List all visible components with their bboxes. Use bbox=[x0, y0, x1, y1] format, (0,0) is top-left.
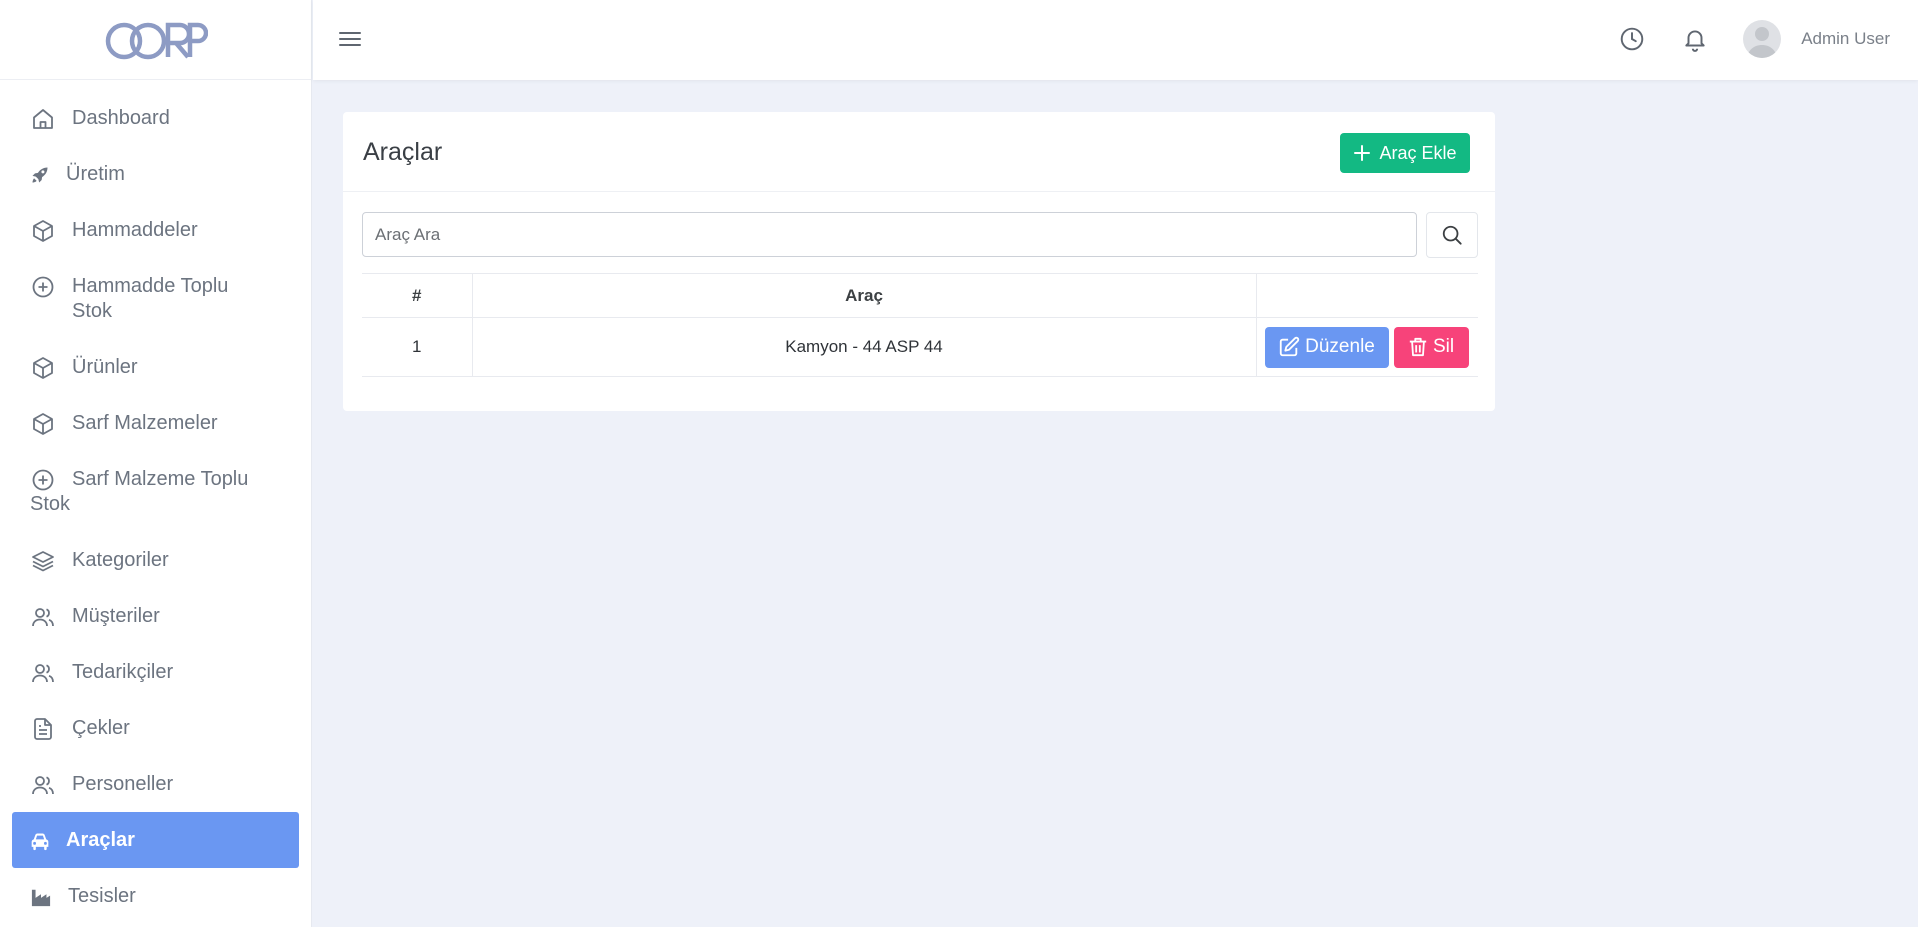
sidebar-item-label: Üretim bbox=[66, 163, 125, 185]
user-name[interactable]: Admin User bbox=[1801, 29, 1890, 49]
delete-button[interactable]: Sil bbox=[1393, 326, 1469, 368]
delete-label: Sil bbox=[1432, 336, 1455, 357]
sidebar-item-label: Sarf Malzeme Toplu Stok bbox=[30, 468, 249, 515]
sidebar-item-hammaddeler[interactable]: Hammaddeler bbox=[12, 202, 299, 258]
users-icon bbox=[30, 660, 56, 685]
box-icon bbox=[30, 218, 56, 243]
topbar: Admin User bbox=[313, 0, 1918, 80]
bell-icon[interactable] bbox=[1680, 24, 1710, 54]
search-row bbox=[362, 212, 1478, 258]
table-row: 1 Kamyon - 44 ASP 44 Düzenle Sil bbox=[362, 317, 1478, 377]
vehicles-card: Araçlar Araç Ekle # Araç 1 Kamyo bbox=[343, 112, 1495, 411]
search-button[interactable] bbox=[1426, 212, 1478, 258]
car-icon bbox=[30, 828, 50, 853]
sidebar-item-personeller[interactable]: Personeller bbox=[12, 756, 299, 812]
box-icon bbox=[30, 355, 56, 380]
column-header-number: # bbox=[362, 273, 473, 318]
sidebar-nav: Dashboard Üretim Hammaddeler Hammadde To… bbox=[0, 80, 311, 924]
sidebar-item-label: Personeller bbox=[72, 773, 174, 795]
layers-icon bbox=[30, 548, 56, 573]
row-vehicle: Kamyon - 44 ASP 44 bbox=[472, 317, 1257, 377]
home-icon bbox=[30, 106, 56, 131]
sidebar-item-dashboard[interactable]: Dashboard bbox=[12, 90, 299, 146]
column-header-vehicle: Araç bbox=[472, 273, 1257, 318]
edit-label: Düzenle bbox=[1305, 336, 1375, 357]
row-number: 1 bbox=[362, 317, 473, 377]
sidebar-item-label: Dashboard bbox=[72, 107, 170, 129]
sidebar-item-label: Hammadde Toplu Stok bbox=[72, 275, 229, 322]
column-header-actions bbox=[1256, 273, 1478, 318]
vehicles-table: # Araç 1 Kamyon - 44 ASP 44 Düzenle Sil bbox=[362, 273, 1478, 377]
sidebar-item-label: Müşteriler bbox=[72, 605, 160, 627]
sidebar-item-musteriler[interactable]: Müşteriler bbox=[12, 588, 299, 644]
file-text-icon bbox=[30, 716, 56, 741]
plus-circle-icon bbox=[30, 274, 56, 299]
topbar-actions: Admin User bbox=[1617, 20, 1890, 58]
sidebar-item-hammadde-toplu-stok[interactable]: Hammadde Toplu Stok bbox=[12, 258, 299, 339]
avatar[interactable] bbox=[1743, 20, 1782, 58]
clock-icon[interactable] bbox=[1617, 24, 1647, 54]
sidebar-item-label: Ürünler bbox=[72, 356, 138, 378]
sidebar-item-cekler[interactable]: Çekler bbox=[12, 700, 299, 756]
sidebar-item-sarf-malzemeler[interactable]: Sarf Malzemeler bbox=[12, 395, 299, 451]
factory-icon bbox=[30, 884, 52, 909]
corp-logo[interactable] bbox=[104, 18, 208, 62]
rocket-icon bbox=[30, 162, 50, 187]
sidebar-item-kategoriler[interactable]: Kategoriler bbox=[12, 532, 299, 588]
plus-icon bbox=[1353, 144, 1371, 162]
trash-icon bbox=[1408, 336, 1428, 358]
page-title: Araçlar bbox=[363, 138, 443, 166]
sidebar-item-label: Araçlar bbox=[66, 829, 135, 851]
sidebar-item-label: Tesisler bbox=[68, 885, 136, 907]
sidebar-item-araclar[interactable]: Araçlar bbox=[12, 812, 299, 868]
sidebar-item-uretim[interactable]: Üretim bbox=[12, 146, 299, 202]
sidebar-item-sarf-malzeme-toplu-stok[interactable]: Sarf Malzeme Toplu Stok bbox=[12, 451, 299, 532]
edit-button[interactable]: Düzenle bbox=[1264, 326, 1389, 368]
hamburger-menu-icon[interactable] bbox=[339, 27, 361, 56]
sidebar-item-urunler[interactable]: Ürünler bbox=[12, 339, 299, 395]
card-header: Araçlar Araç Ekle bbox=[343, 112, 1495, 192]
sidebar-item-tesisler[interactable]: Tesisler bbox=[12, 868, 299, 924]
sidebar-item-label: Çekler bbox=[72, 717, 130, 739]
add-vehicle-label: Araç Ekle bbox=[1379, 142, 1457, 163]
sidebar-item-tedarikciler[interactable]: Tedarikçiler bbox=[12, 644, 299, 700]
add-vehicle-button[interactable]: Araç Ekle bbox=[1340, 133, 1470, 173]
sidebar-item-label: Kategoriler bbox=[72, 549, 169, 571]
logo-area bbox=[0, 0, 311, 80]
sidebar-item-label: Sarf Malzemeler bbox=[72, 412, 218, 434]
search-icon bbox=[1441, 224, 1463, 246]
users-icon bbox=[30, 772, 56, 797]
users-icon bbox=[30, 604, 56, 629]
row-actions: Düzenle Sil bbox=[1256, 317, 1478, 377]
table-header-row: # Araç bbox=[362, 273, 1478, 318]
sidebar: Dashboard Üretim Hammaddeler Hammadde To… bbox=[0, 0, 312, 927]
box-icon bbox=[30, 411, 56, 436]
sidebar-item-label: Hammaddeler bbox=[72, 219, 198, 241]
sidebar-item-label: Tedarikçiler bbox=[72, 661, 174, 683]
search-input[interactable] bbox=[362, 212, 1417, 257]
edit-icon bbox=[1278, 336, 1300, 358]
plus-circle-icon bbox=[30, 467, 56, 492]
